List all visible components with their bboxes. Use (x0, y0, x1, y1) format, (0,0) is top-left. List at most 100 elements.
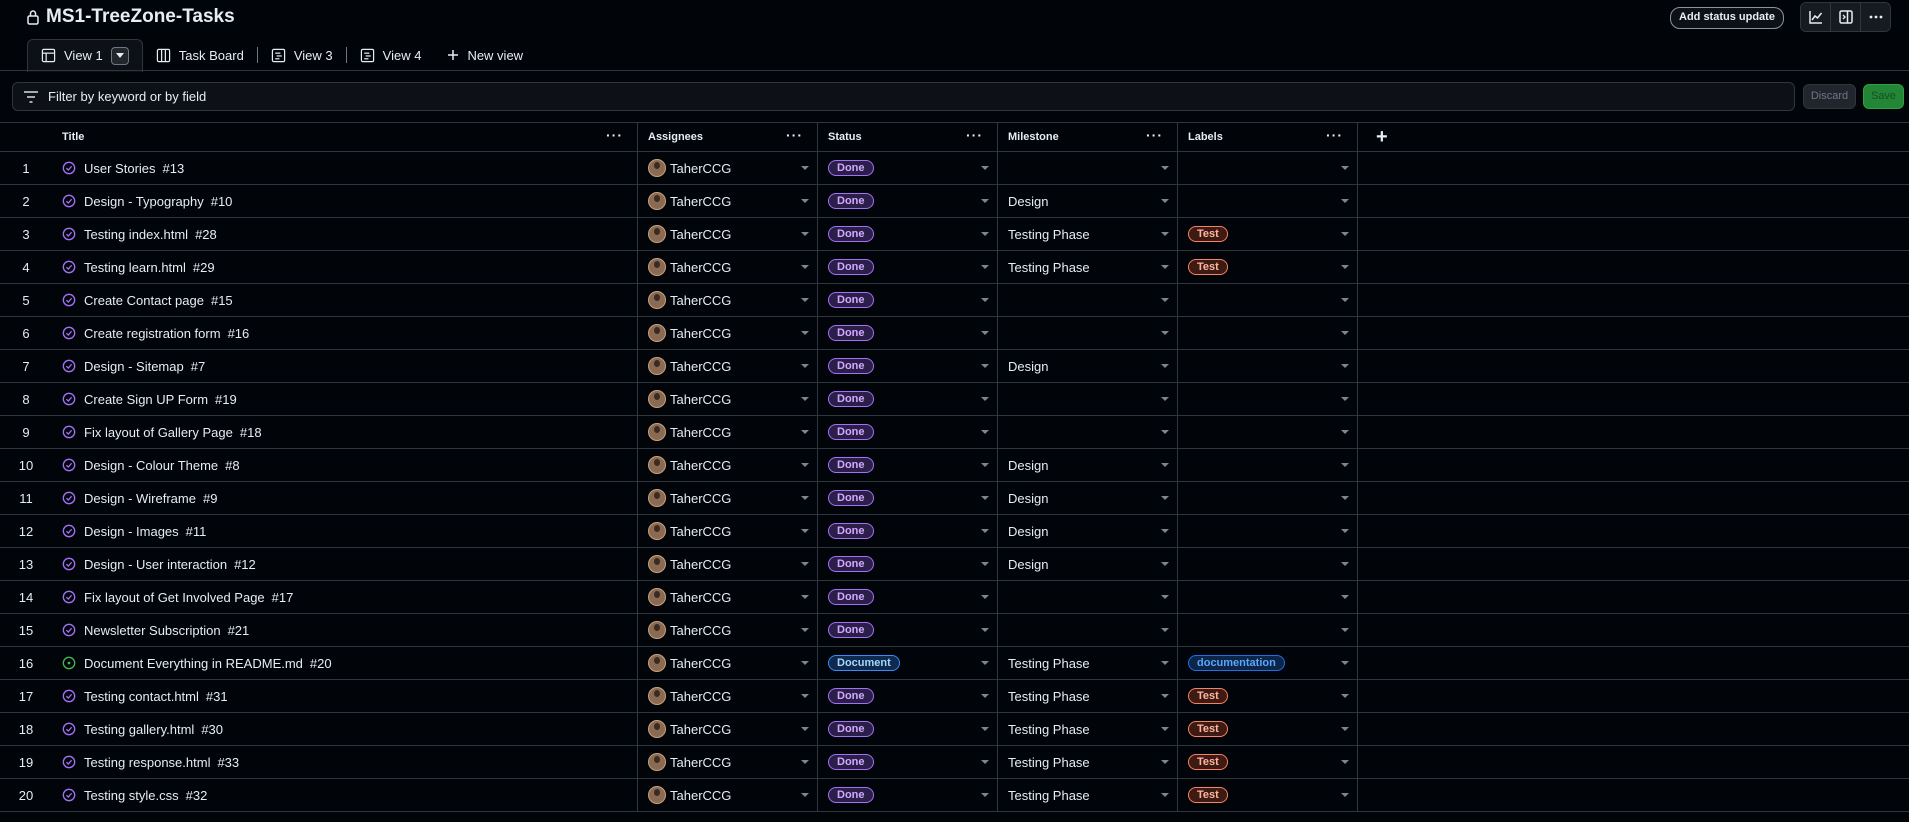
status-cell[interactable]: Done (818, 218, 998, 250)
labels-cell[interactable] (1178, 449, 1358, 481)
title-cell[interactable]: Testing response.html #33 (52, 746, 638, 778)
title-cell[interactable]: Design - Images #11 (52, 515, 638, 547)
issue-title[interactable]: Testing learn.html (84, 260, 186, 275)
chevron-down-icon[interactable] (1161, 595, 1169, 599)
status-cell[interactable]: Done (818, 284, 998, 316)
table-row[interactable]: 19 Testing response.html #33 TaherCCG Done Te… (0, 746, 1909, 779)
chevron-down-icon[interactable] (1341, 727, 1349, 731)
column-menu-icon[interactable]: ··· (966, 128, 983, 142)
tab-task-board[interactable]: Task Board (143, 39, 257, 71)
table-row[interactable]: 18 Testing gallery.html #30 TaherCCG Done Tes… (0, 713, 1909, 746)
issue-title[interactable]: Testing contact.html (84, 689, 199, 704)
table-row[interactable]: 20 Testing style.css #32 TaherCCG Done Testin… (0, 779, 1909, 812)
title-cell[interactable]: Create registration form #16 (52, 317, 638, 349)
table-row[interactable]: 1 User Stories #13 TaherCCG Done (0, 152, 1909, 185)
title-cell[interactable]: Design - Wireframe #9 (52, 482, 638, 514)
chevron-down-icon[interactable] (1341, 331, 1349, 335)
issue-title[interactable]: Create Contact page (84, 293, 204, 308)
title-cell[interactable]: Document Everything in README.md #20 (52, 647, 638, 679)
assignees-cell[interactable]: TaherCCG (638, 185, 818, 217)
issue-title[interactable]: User Stories (84, 161, 156, 176)
chevron-down-icon[interactable] (1161, 331, 1169, 335)
milestone-cell[interactable] (998, 614, 1178, 646)
title-cell[interactable]: Testing gallery.html #30 (52, 713, 638, 745)
tab-view-3[interactable]: View 3 (258, 39, 346, 71)
labels-cell[interactable] (1178, 317, 1358, 349)
milestone-cell[interactable]: Testing Phase (998, 746, 1178, 778)
table-row[interactable]: 8 Create Sign UP Form #19 TaherCCG Done (0, 383, 1909, 416)
title-cell[interactable]: Newsletter Subscription #21 (52, 614, 638, 646)
column-menu-icon[interactable]: ··· (1146, 128, 1163, 142)
add-status-update-button[interactable]: Add status update (1670, 7, 1784, 29)
title-cell[interactable]: Testing contact.html #31 (52, 680, 638, 712)
chevron-down-icon[interactable] (1161, 628, 1169, 632)
status-cell[interactable]: Done (818, 482, 998, 514)
chevron-down-icon[interactable] (1161, 298, 1169, 302)
assignees-cell[interactable]: TaherCCG (638, 218, 818, 250)
chevron-down-icon[interactable] (981, 661, 989, 665)
milestone-cell[interactable]: Design (998, 548, 1178, 580)
labels-cell[interactable]: documentation (1178, 647, 1358, 679)
table-row[interactable]: 5 Create Contact page #15 TaherCCG Done (0, 284, 1909, 317)
milestone-cell[interactable]: Testing Phase (998, 713, 1178, 745)
chevron-down-icon[interactable] (981, 562, 989, 566)
status-cell[interactable]: Done (818, 680, 998, 712)
labels-cell[interactable] (1178, 152, 1358, 184)
chevron-down-icon[interactable] (981, 166, 989, 170)
column-menu-icon[interactable]: ··· (786, 128, 803, 142)
status-cell[interactable]: Done (818, 515, 998, 547)
chevron-down-icon[interactable] (1341, 430, 1349, 434)
chevron-down-icon[interactable] (801, 529, 809, 533)
column-header-status[interactable]: Status ··· (818, 123, 998, 151)
add-field-button[interactable]: + (1358, 123, 1458, 151)
milestone-cell[interactable] (998, 383, 1178, 415)
chevron-down-icon[interactable] (1161, 199, 1169, 203)
chevron-down-icon[interactable] (1341, 364, 1349, 368)
title-cell[interactable]: User Stories #13 (52, 152, 638, 184)
assignees-cell[interactable]: TaherCCG (638, 680, 818, 712)
chevron-down-icon[interactable] (1161, 496, 1169, 500)
issue-title[interactable]: Design - Wireframe (84, 491, 196, 506)
chevron-down-icon[interactable] (801, 661, 809, 665)
issue-title[interactable]: Testing gallery.html (84, 722, 194, 737)
table-row[interactable]: 11 Design - Wireframe #9 TaherCCG Done Design (0, 482, 1909, 515)
assignees-cell[interactable]: TaherCCG (638, 284, 818, 316)
table-row[interactable]: 17 Testing contact.html #31 TaherCCG Done Tes… (0, 680, 1909, 713)
chevron-down-icon[interactable] (1161, 694, 1169, 698)
chevron-down-icon[interactable] (981, 694, 989, 698)
chevron-down-icon[interactable] (1161, 265, 1169, 269)
assignees-cell[interactable]: TaherCCG (638, 383, 818, 415)
chevron-down-icon[interactable] (1161, 793, 1169, 797)
assignees-cell[interactable]: TaherCCG (638, 416, 818, 448)
assignees-cell[interactable]: TaherCCG (638, 449, 818, 481)
chevron-down-icon[interactable] (981, 265, 989, 269)
save-button[interactable]: Save (1863, 84, 1904, 109)
table-row[interactable]: 4 Testing learn.html #29 TaherCCG Done Testin… (0, 251, 1909, 284)
labels-cell[interactable]: Test (1178, 713, 1358, 745)
milestone-cell[interactable]: Design (998, 449, 1178, 481)
milestone-cell[interactable]: Testing Phase (998, 779, 1178, 811)
issue-title[interactable]: Design - Typography (84, 194, 204, 209)
chevron-down-icon[interactable] (1341, 463, 1349, 467)
chevron-down-icon[interactable] (801, 397, 809, 401)
chevron-down-icon[interactable] (1341, 628, 1349, 632)
milestone-cell[interactable]: Testing Phase (998, 680, 1178, 712)
chevron-down-icon[interactable] (801, 727, 809, 731)
chevron-down-icon[interactable] (1341, 595, 1349, 599)
table-row[interactable]: 16 Document Everything in README.md #20 Tah… (0, 647, 1909, 680)
chevron-down-icon[interactable] (981, 199, 989, 203)
status-cell[interactable]: Done (818, 350, 998, 382)
labels-cell[interactable]: Test (1178, 218, 1358, 250)
chevron-down-icon[interactable] (1341, 199, 1349, 203)
status-cell[interactable]: Done (818, 713, 998, 745)
title-cell[interactable]: Fix layout of Get Involved Page #17 (52, 581, 638, 613)
milestone-cell[interactable] (998, 152, 1178, 184)
insights-button[interactable] (1801, 3, 1831, 31)
issue-title[interactable]: Document Everything in README.md (84, 656, 303, 671)
title-cell[interactable]: Create Sign UP Form #19 (52, 383, 638, 415)
chevron-down-icon[interactable] (801, 595, 809, 599)
chevron-down-icon[interactable] (981, 463, 989, 467)
labels-cell[interactable] (1178, 416, 1358, 448)
title-cell[interactable]: Testing style.css #32 (52, 779, 638, 811)
chevron-down-icon[interactable] (1341, 397, 1349, 401)
